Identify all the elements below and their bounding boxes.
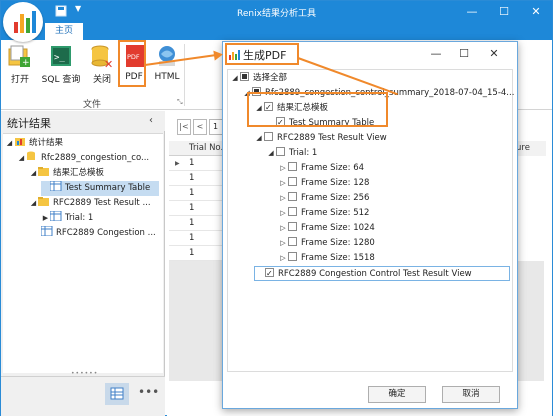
frame-size-checkbox[interactable]	[288, 237, 297, 246]
svg-text:>_: >_	[54, 53, 65, 63]
tree-congestion-view[interactable]: RFC2889 Congestion Control Test Result V…	[254, 266, 510, 281]
sql-query-button[interactable]: >_ SQL 查询	[39, 42, 83, 90]
sql-query-icon: >_	[48, 43, 74, 69]
tree-frame-64[interactable]: ▷ Frame Size: 64	[278, 161, 364, 176]
tree-node-root[interactable]: ◢ 统计结果	[5, 136, 63, 151]
table-icon	[49, 210, 62, 222]
collapse-toggle-icon[interactable]: ▷	[278, 221, 288, 236]
expand-toggle-icon[interactable]: ◢	[29, 196, 38, 211]
chart-icon	[14, 136, 26, 146]
dialog-close-button[interactable]: ✕	[487, 47, 501, 61]
sql-query-label: SQL 查询	[41, 75, 81, 85]
ribbon-separator	[184, 44, 185, 106]
select-all-checkbox[interactable]	[240, 72, 249, 81]
title-bar: ▼ Renix结果分析工具 — ☐ ✕	[1, 1, 552, 23]
collapse-toggle-icon[interactable]: ▷	[278, 206, 288, 221]
frame-size-checkbox[interactable]	[288, 192, 297, 201]
tree-node-test-summary-table[interactable]: Test Summary Table	[41, 180, 159, 196]
tree-frame-128[interactable]: ▷ Frame Size: 128	[278, 176, 369, 191]
close-db-button[interactable]: ✕ 关闭	[87, 42, 117, 90]
html-icon	[154, 43, 180, 69]
folder-icon	[38, 196, 50, 206]
column-trial-no[interactable]: Trial No.	[189, 143, 223, 153]
ribbon-group-file-label: 文件	[83, 100, 102, 110]
left-panel-header: 统计结果 ‹	[1, 111, 165, 131]
ribbon-tab-bar: 主页	[1, 23, 552, 40]
left-panel: 统计结果 ‹ ◢ 统计结果 ◢ Rfc2889_congestion_co... ◢…	[1, 111, 165, 416]
annotation-box-selected-nodes	[247, 92, 388, 127]
tree-node-test-result[interactable]: ◢ RFC2889 Test Result ...	[29, 196, 151, 211]
tree-select-all[interactable]: ◢ 选择全部	[230, 71, 287, 86]
expand-toggle-icon[interactable]: ◢	[230, 71, 240, 86]
app-logo-icon[interactable]	[3, 2, 43, 42]
dialog-maximize-button[interactable]: ☐	[457, 47, 471, 61]
svg-text:✕: ✕	[104, 58, 113, 69]
expand-toggle-icon[interactable]: ◢	[29, 166, 38, 181]
tree-node-congestion[interactable]: RFC2889 Congestion ...	[40, 225, 156, 241]
frame-size-checkbox[interactable]	[288, 252, 297, 261]
collapse-toggle-icon[interactable]: ▶	[41, 211, 50, 226]
tree-frame-1518[interactable]: ▷ Frame Size: 1518	[278, 251, 375, 266]
grid-view-button[interactable]	[105, 383, 129, 405]
frame-size-checkbox[interactable]	[288, 177, 297, 186]
expand-toggle-icon[interactable]: ◢	[17, 151, 26, 166]
collapse-toggle-icon[interactable]: ▷	[278, 176, 288, 191]
trial-checkbox[interactable]	[276, 147, 285, 156]
close-db-icon: ✕	[89, 43, 115, 71]
collapse-toggle-icon[interactable]: ▷	[278, 251, 288, 266]
open-label: 打开	[10, 75, 29, 85]
grid-icon	[110, 387, 124, 400]
frame-size-checkbox[interactable]	[288, 207, 297, 216]
prev-page-button[interactable]: <	[193, 119, 207, 135]
annotation-box-pdf-button	[118, 40, 146, 87]
group-launcher-icon[interactable]: ⤡	[177, 98, 183, 107]
results-tree: ◢ 统计结果 ◢ Rfc2889_congestion_co... ◢ 结果汇总模板 …	[3, 133, 163, 373]
more-icon[interactable]: •••	[138, 385, 159, 399]
collapse-toggle-icon[interactable]: ▷	[278, 236, 288, 251]
cancel-button[interactable]: 取消	[442, 386, 500, 403]
left-panel-toolbar: •••	[1, 376, 165, 416]
folder-icon	[38, 166, 50, 176]
collapse-toggle-icon[interactable]: ▷	[278, 161, 288, 176]
expand-toggle-icon[interactable]: ◢	[254, 131, 264, 146]
congestion-view-checkbox[interactable]	[265, 266, 274, 281]
close-db-label: 关闭	[92, 75, 111, 85]
maximize-button[interactable]: ☐	[496, 4, 512, 20]
table-icon	[49, 180, 62, 192]
annotation-box-dialog-title	[225, 43, 299, 65]
close-button[interactable]: ✕	[528, 4, 544, 20]
tree-node-trial[interactable]: ▶ Trial: 1	[41, 210, 93, 226]
tab-home[interactable]: 主页	[45, 23, 83, 40]
open-folder-icon: +	[7, 43, 33, 69]
tree-frame-512[interactable]: ▷ Frame Size: 512	[278, 206, 369, 221]
expand-toggle-icon[interactable]: ◢	[5, 136, 14, 151]
expand-toggle-icon[interactable]: ◢	[266, 146, 276, 161]
html-label: HTML	[154, 72, 180, 82]
database-icon	[26, 151, 38, 161]
open-button[interactable]: + 打开	[5, 42, 35, 90]
tree-node-summary-file[interactable]: ◢ Rfc2889_congestion_co...	[17, 151, 149, 166]
minimize-button[interactable]: —	[464, 4, 480, 20]
svg-text:+: +	[22, 58, 30, 68]
tree-node-template[interactable]: ◢ 结果汇总模板	[29, 166, 104, 181]
dialog-minimize-button[interactable]: —	[429, 47, 443, 61]
ok-button[interactable]: 确定	[368, 386, 426, 403]
left-panel-title: 统计结果	[7, 117, 51, 130]
first-page-button[interactable]: |<	[177, 119, 191, 135]
tree-frame-256[interactable]: ▷ Frame Size: 256	[278, 191, 369, 206]
test-result-checkbox[interactable]	[264, 132, 273, 141]
row-indicator-icon: ▶	[175, 160, 180, 167]
html-button[interactable]: HTML	[152, 42, 182, 90]
collapse-panel-icon[interactable]: ‹	[149, 115, 153, 126]
tree-frame-1024[interactable]: ▷ Frame Size: 1024	[278, 221, 375, 236]
tree-test-result-view[interactable]: ◢ RFC2889 Test Result View	[254, 131, 387, 146]
table-icon	[40, 225, 53, 237]
collapse-toggle-icon[interactable]: ▷	[278, 191, 288, 206]
column-right-header[interactable]: ure	[516, 141, 546, 156]
annotation-arrow-head	[213, 49, 224, 61]
tree-frame-1280[interactable]: ▷ Frame Size: 1280	[278, 236, 375, 251]
tree-trial[interactable]: ◢ Trial: 1	[266, 146, 317, 161]
frame-size-checkbox[interactable]	[288, 222, 297, 231]
frame-size-checkbox[interactable]	[288, 162, 297, 171]
